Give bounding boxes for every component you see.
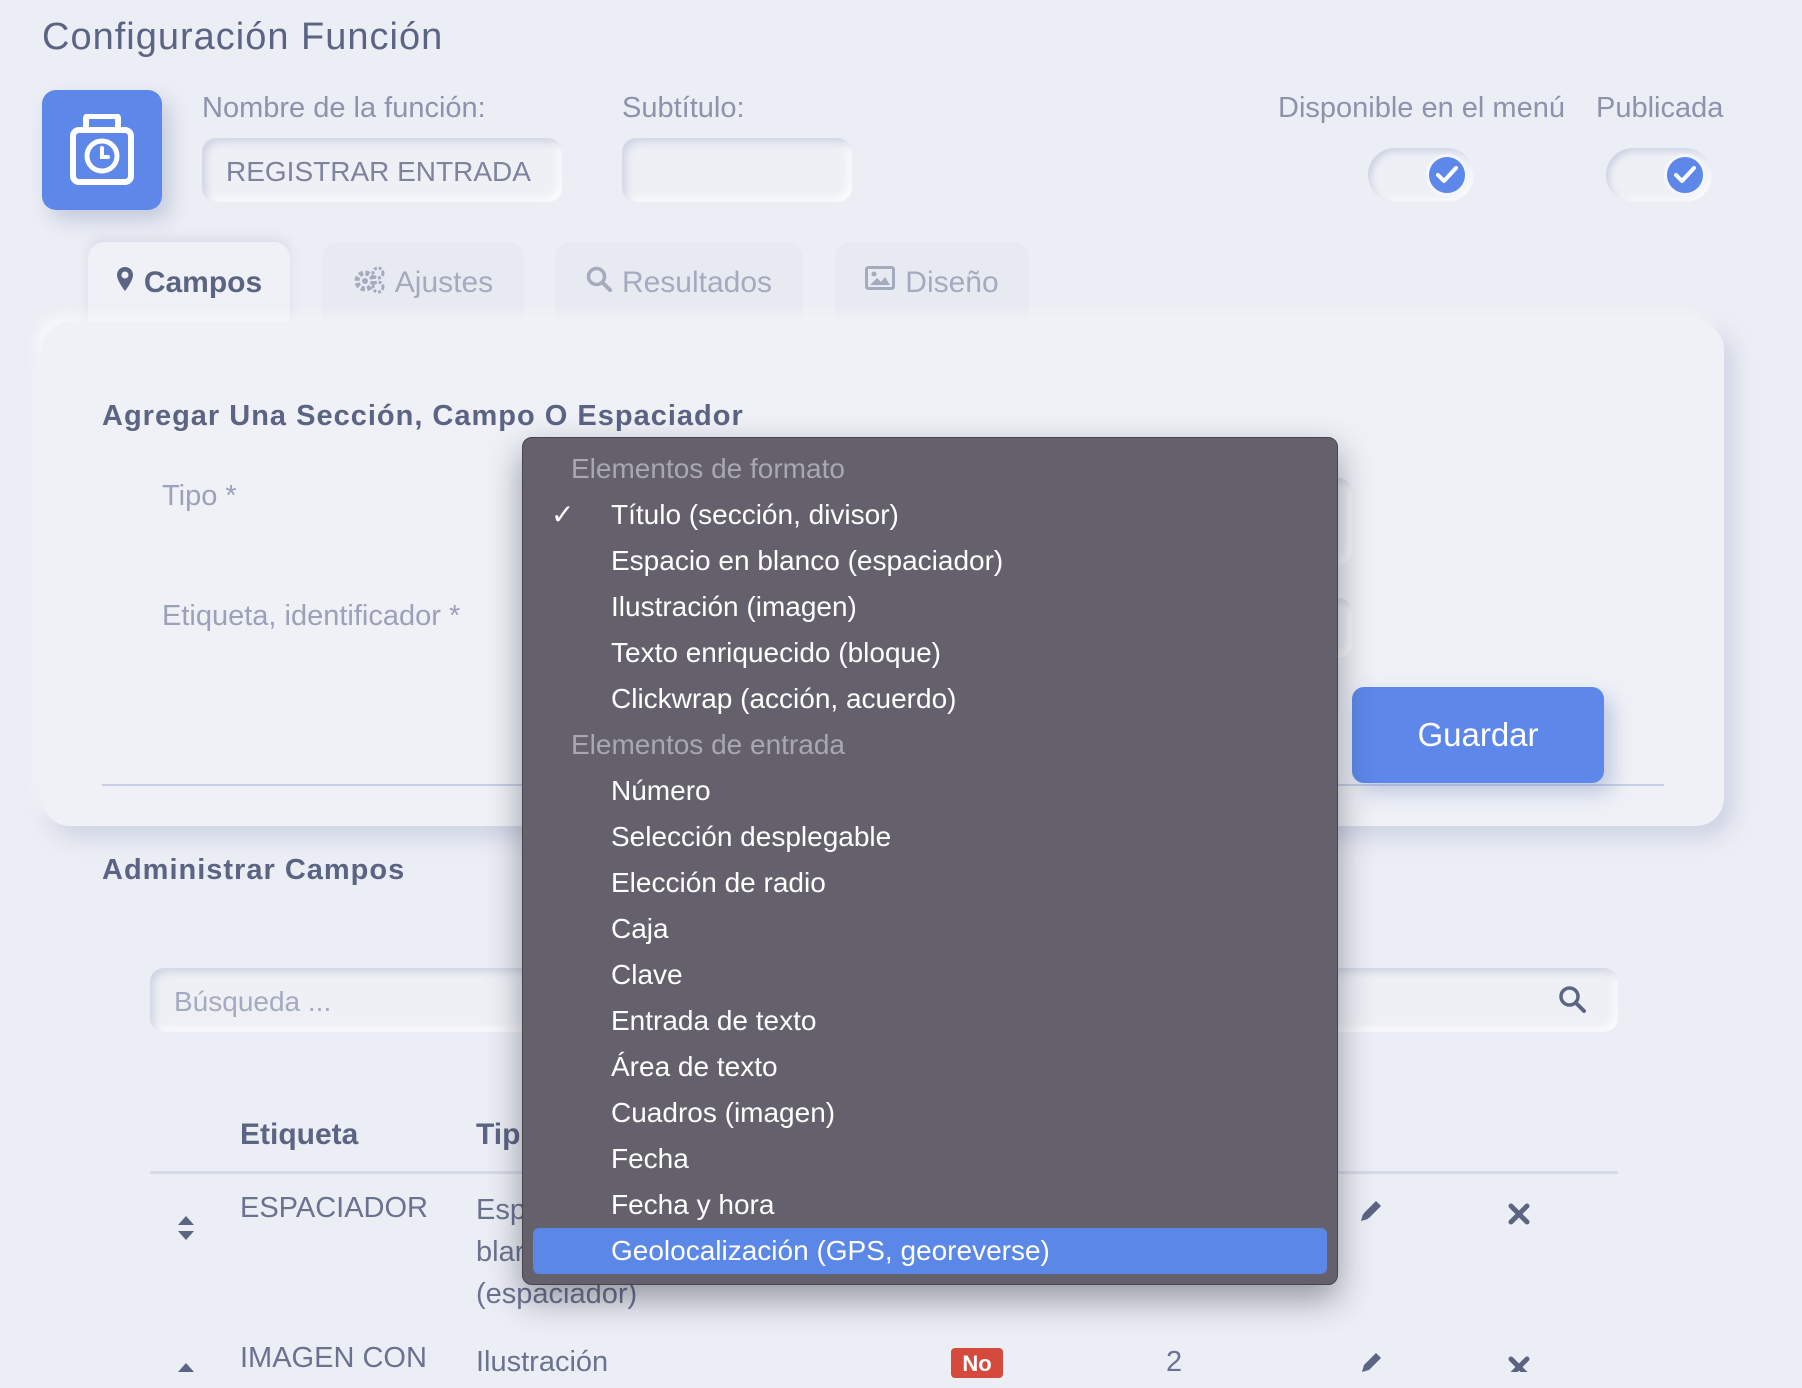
checkmark-icon: ✓ (551, 499, 575, 530)
function-icon[interactable] (42, 90, 162, 210)
function-name-label: Nombre de la función: (202, 92, 486, 124)
gears-icon (354, 266, 385, 294)
tab-label: Resultados (621, 266, 773, 299)
tab-diseno[interactable]: Diseño (835, 242, 1029, 322)
search-icon[interactable] (1558, 985, 1586, 1013)
dropdown-option-cuadros[interactable]: Cuadros (imagen) (533, 1090, 1327, 1136)
timer-bag-icon (70, 114, 134, 185)
row-type-line: Esp (476, 1194, 526, 1226)
column-header-etiqueta[interactable]: Etiqueta (240, 1118, 358, 1152)
dropdown-option-numero[interactable]: Número (533, 768, 1327, 814)
type-label: Tipo * (162, 480, 237, 512)
search-placeholder: Búsqueda ... (174, 986, 332, 1017)
row-label: ESPACIADOR (240, 1192, 429, 1224)
dropdown-option-geolocalizacion[interactable]: Geolocalización (GPS, georeverse) (533, 1228, 1327, 1274)
published-toggle[interactable] (1606, 148, 1712, 202)
dropdown-group-label: Elementos de entrada (571, 729, 845, 760)
dropdown-option-caja[interactable]: Caja (533, 906, 1327, 952)
row-type: Ilustración (476, 1346, 609, 1378)
menu-toggle-label: Disponible en el menú (1278, 92, 1565, 124)
row-type-line: blar (476, 1236, 525, 1268)
map-marker-icon (116, 267, 133, 291)
tab-campos[interactable]: Campos (88, 242, 290, 322)
manage-fields-title: Administrar Campos (102, 854, 406, 886)
sort-handle-icon[interactable] (176, 1215, 196, 1241)
dropdown-option-fecha[interactable]: Fecha (533, 1136, 1327, 1182)
tab-resultados[interactable]: Resultados (555, 242, 803, 322)
menu-available-toggle[interactable] (1368, 148, 1474, 202)
sort-handle-icon[interactable] (176, 1362, 196, 1388)
dropdown-option-titulo[interactable]: ✓ Título (sección, divisor) (533, 492, 1327, 538)
row-count: 2 (1166, 1346, 1183, 1378)
tag-label: Etiqueta, identificador * (162, 600, 461, 632)
tab-label: Diseño (905, 266, 999, 299)
edit-pencil-icon[interactable] (1358, 1198, 1384, 1224)
function-name-input[interactable]: REGISTRAR ENTRADA (202, 138, 562, 202)
tab-label: Ajustes (394, 266, 494, 299)
dropdown-option-espacio[interactable]: Espacio en blanco (espaciador) (533, 538, 1327, 584)
dropdown-option-ilustracion[interactable]: Ilustración (imagen) (533, 584, 1327, 630)
dropdown-option-area-texto[interactable]: Área de texto (533, 1044, 1327, 1090)
status-badge: No (951, 1348, 1003, 1378)
dropdown-option-clickwrap[interactable]: Clickwrap (acción, acuerdo) (533, 676, 1327, 722)
row-label: IMAGEN CON (240, 1342, 427, 1374)
type-dropdown-menu[interactable]: Elementos de formato ✓ Título (sección, … (522, 437, 1338, 1285)
edit-pencil-icon[interactable] (1358, 1350, 1384, 1372)
column-header-tipo[interactable]: Tip (476, 1118, 520, 1152)
delete-x-icon[interactable] (1508, 1356, 1530, 1372)
dropdown-group-label: Elementos de formato (571, 453, 845, 484)
tab-label: Campos (143, 266, 263, 299)
save-button[interactable]: Guardar (1352, 687, 1604, 783)
subtitle-input[interactable] (622, 138, 852, 202)
dropdown-option-clave[interactable]: Clave (533, 952, 1327, 998)
toggle-check-icon (1426, 154, 1468, 196)
dropdown-option-radio[interactable]: Elección de radio (533, 860, 1327, 906)
search-icon (586, 266, 612, 292)
dropdown-option-fecha-hora[interactable]: Fecha y hora (533, 1182, 1327, 1228)
image-icon (865, 266, 896, 290)
delete-x-icon[interactable] (1508, 1203, 1530, 1225)
toggle-check-icon (1664, 154, 1706, 196)
published-label: Publicada (1596, 92, 1724, 124)
tab-ajustes[interactable]: Ajustes (322, 242, 524, 322)
subtitle-label: Subtítulo: (622, 92, 745, 124)
dropdown-option-entrada-texto[interactable]: Entrada de texto (533, 998, 1327, 1044)
add-section-title: Agregar Una Sección, Campo O Espaciador (102, 400, 744, 432)
dropdown-option-texto-enriquecido[interactable]: Texto enriquecido (bloque) (533, 630, 1327, 676)
dropdown-option-seleccion[interactable]: Selección desplegable (533, 814, 1327, 860)
page-title: Configuración Función (42, 16, 444, 58)
option-label: Título (sección, divisor) (611, 499, 899, 530)
